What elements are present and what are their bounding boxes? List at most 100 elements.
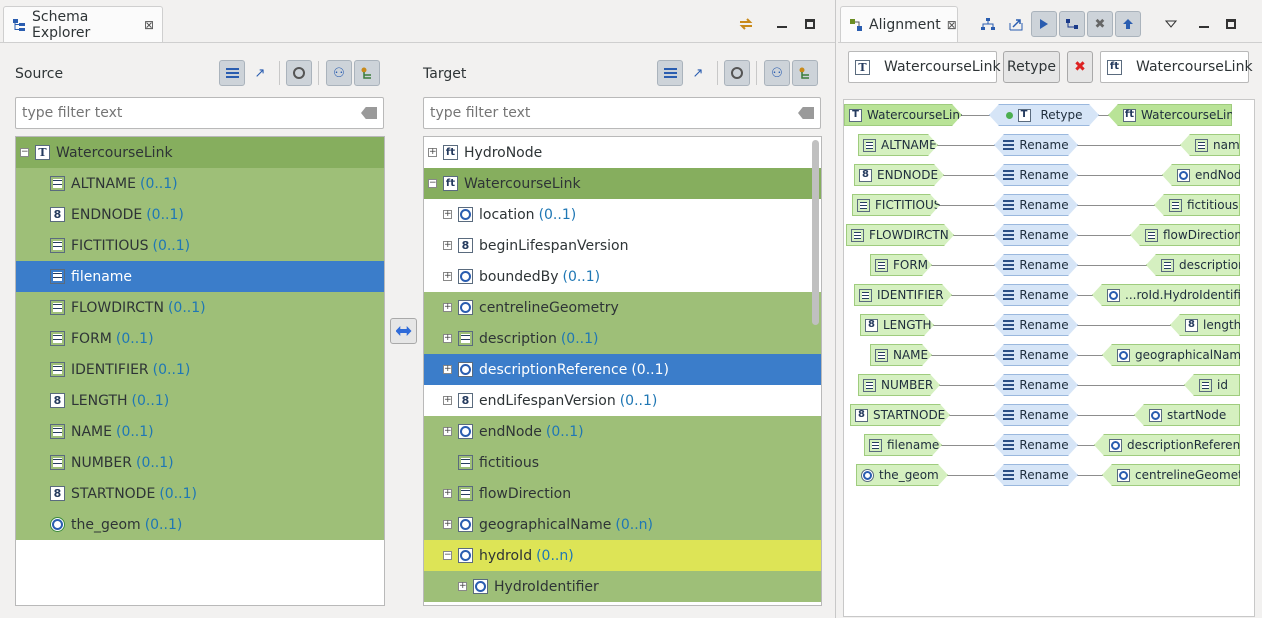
tree-row[interactable]: +8 endLifespanVersion (0..1) [424, 385, 821, 416]
tree-row[interactable]: − T WatercourseLink [16, 137, 384, 168]
alignment-graph[interactable]: T WatercourseLink T Retype ft WatercourseLink… [843, 99, 1255, 617]
schema-explorer-tab[interactable]: Schema Explorer ⊠ [3, 6, 163, 42]
target-property-node[interactable]: fictitious [1154, 194, 1240, 216]
source-property-node[interactable]: IDENTIFIER [854, 284, 952, 306]
tree-row[interactable]: + ft HydroNode [424, 137, 821, 168]
clear-filter-icon[interactable] [798, 107, 814, 119]
source-filter-input[interactable] [22, 105, 361, 121]
target-property-node[interactable]: geographicalName [1102, 344, 1240, 366]
tree-row[interactable]: FORM (0..1) [16, 323, 384, 354]
tree-row[interactable]: − ft WatercourseLink [424, 168, 821, 199]
target-filter-input[interactable] [430, 105, 798, 121]
view-menu-icon[interactable] [1158, 11, 1184, 37]
target-property-node[interactable]: descriptionReference [1094, 434, 1240, 456]
source-property-node[interactable]: NAME [870, 344, 932, 366]
expand-icon[interactable]: + [443, 489, 452, 498]
up-icon[interactable] [1115, 11, 1141, 37]
tree-row[interactable]: + description (0..1) [424, 323, 821, 354]
show-cell-icon[interactable] [1031, 11, 1057, 37]
tree-layout-icon[interactable] [975, 11, 1001, 37]
target-property-node[interactable]: id [1184, 374, 1240, 396]
collapse-icon[interactable]: − [20, 148, 29, 157]
expand-icon[interactable]: + [443, 334, 452, 343]
tree-row[interactable]: FLOWDIRCTN (0..1) [16, 292, 384, 323]
tree-row[interactable]: + HydroIdentifier [424, 571, 821, 602]
target-type-field[interactable]: ft WatercourseLink [1100, 51, 1253, 83]
expand-icon[interactable]: + [443, 210, 452, 219]
collapse-icon[interactable]: − [428, 179, 437, 188]
expand-icon[interactable]: + [443, 241, 452, 250]
target-property-node[interactable]: flowDirection [1130, 224, 1240, 246]
expand-icon[interactable]: + [443, 303, 452, 312]
filter-properties-icon[interactable] [724, 60, 750, 86]
expand-icon[interactable]: + [443, 365, 452, 374]
tree-row[interactable]: 8 LENGTH (0..1) [16, 385, 384, 416]
target-property-node[interactable]: description [1146, 254, 1240, 276]
filter-properties-icon[interactable] [286, 60, 312, 86]
remove-function-button[interactable]: ✖ [1067, 51, 1093, 83]
remove-cell-icon[interactable]: ✖ [1087, 11, 1113, 37]
source-property-node[interactable]: NUMBER [858, 374, 940, 396]
tree-row[interactable]: + flowDirection [424, 478, 821, 509]
tree-row[interactable]: + descriptionReference (0..1) [424, 354, 821, 385]
alignment-tab[interactable]: Alignment ⊠ [840, 6, 958, 42]
tree-row[interactable]: IDENTIFIER (0..1) [16, 354, 384, 385]
target-property-node[interactable]: endNode [1162, 164, 1240, 186]
tree-row[interactable]: filename [16, 261, 384, 292]
function-node[interactable]: Rename [994, 284, 1078, 306]
expand-icon[interactable]: + [443, 427, 452, 436]
sync-icon[interactable] [733, 11, 759, 37]
source-property-node[interactable]: FICTITIOUS [852, 194, 940, 216]
function-node[interactable]: Rename [994, 464, 1078, 486]
tree-row[interactable]: FICTITIOUS (0..1) [16, 230, 384, 261]
function-node[interactable]: Rename [994, 374, 1078, 396]
close-icon[interactable]: ⊠ [947, 18, 957, 32]
function-node[interactable]: Rename [994, 194, 1078, 216]
source-property-node[interactable]: ALTNAME [858, 134, 938, 156]
attribute-filter-icon[interactable] [792, 60, 818, 86]
list-view-icon[interactable] [219, 60, 245, 86]
tree-row[interactable]: fictitious [424, 447, 821, 478]
source-property-node[interactable]: filename [864, 434, 942, 456]
expand-icon[interactable]: + [443, 396, 452, 405]
function-node[interactable]: Rename [994, 344, 1078, 366]
tree-row[interactable]: NAME (0..1) [16, 416, 384, 447]
target-property-node[interactable]: startNode [1134, 404, 1240, 426]
target-tree-scrollbar[interactable] [812, 140, 819, 325]
target-tree[interactable]: + ft HydroNode − ft WatercourseLink + location(… [423, 136, 822, 606]
expand-icon[interactable]: ↗ [247, 60, 273, 86]
collapse-icon[interactable]: − [443, 551, 452, 560]
source-property-node[interactable]: the_geom [856, 464, 948, 486]
tree-row[interactable]: 8 STARTNODE (0..1) [16, 478, 384, 509]
tree-row[interactable]: the_geom (0..1) [16, 509, 384, 540]
minimize-icon[interactable] [769, 11, 795, 37]
function-node[interactable]: Rename [994, 404, 1078, 426]
expand-icon[interactable]: ↗ [685, 60, 711, 86]
tree-row[interactable]: NUMBER (0..1) [16, 447, 384, 478]
source-filter-field[interactable] [15, 97, 384, 129]
tree-row[interactable]: + boundedBy (0..1) [424, 261, 821, 292]
tree-row[interactable]: + endNode (0..1) [424, 416, 821, 447]
target-property-node[interactable]: name [1180, 134, 1240, 156]
expand-icon[interactable]: + [428, 148, 437, 157]
tree-row[interactable]: − hydroId (0..n) [424, 540, 821, 571]
source-entity-node[interactable]: T WatercourseLink [844, 104, 962, 126]
maximize-icon[interactable] [1218, 11, 1244, 37]
maximize-icon[interactable] [797, 11, 823, 37]
export-icon[interactable] [1003, 11, 1029, 37]
expand-icon[interactable]: + [443, 520, 452, 529]
source-property-node[interactable]: 8 STARTNODE [850, 404, 950, 426]
function-node[interactable]: Rename [994, 254, 1078, 276]
close-icon[interactable]: ⊠ [144, 18, 154, 32]
target-property-node[interactable]: centrelineGeometry [1102, 464, 1240, 486]
link-schemas-button[interactable] [390, 318, 417, 344]
function-node[interactable]: Rename [994, 434, 1078, 456]
clear-filter-icon[interactable] [361, 107, 377, 119]
filter-cells-icon[interactable] [1059, 11, 1085, 37]
expand-icon[interactable]: + [458, 582, 467, 591]
tree-row[interactable]: + centrelineGeometry [424, 292, 821, 323]
expand-icon[interactable]: + [443, 272, 452, 281]
tree-row[interactable]: 8 ENDNODE (0..1) [16, 199, 384, 230]
minimize-icon[interactable] [1191, 11, 1217, 37]
tree-row[interactable]: ALTNAME (0..1) [16, 168, 384, 199]
